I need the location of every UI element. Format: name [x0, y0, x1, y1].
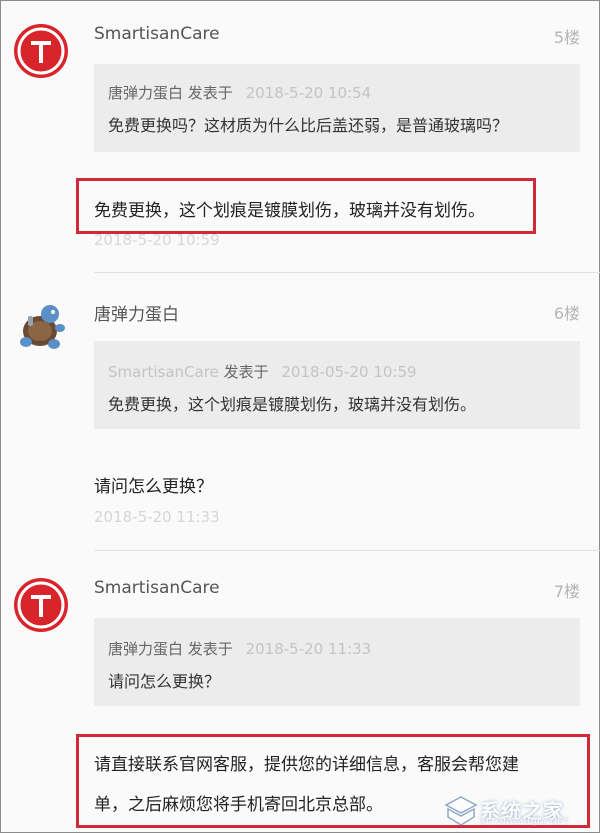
quote-action: 发表于 [223, 363, 269, 381]
author-name[interactable]: 唐弹力蛋白 [94, 300, 179, 325]
avatar[interactable] [14, 298, 70, 354]
quote-date: 2018-5-20 10:54 [245, 84, 372, 102]
quote-action: 发表于 [187, 640, 233, 658]
floor-number: 5楼 [553, 28, 580, 47]
quote-author: SmartisanCare [108, 363, 219, 381]
character-avatar-icon [20, 305, 65, 349]
quote-author: 唐弹力蛋白 [108, 84, 184, 102]
post-body: 请问怎么更换？ [94, 477, 213, 497]
watermark: 系统之家 XITONGZHIJIA.NET [444, 793, 594, 829]
quote-action: 发表于 [187, 84, 233, 102]
watermark-logo-icon [444, 796, 478, 826]
highlight-box [76, 178, 536, 234]
quote-date: 2018-05-20 10:59 [281, 363, 417, 381]
post-date: 2018-5-20 11:33 [94, 508, 220, 526]
quote-author: 唐弹力蛋白 [108, 640, 184, 658]
author-name[interactable]: SmartisanCare [94, 24, 220, 44]
watermark-subtext: XITONGZHIJIA.NET [480, 817, 570, 826]
t-logo-icon [17, 27, 65, 75]
quote-block: 唐弹力蛋白 发表于 2018-5-20 11:33 请问怎么更换？ [94, 618, 580, 706]
quote-text: 免费更换，这个划痕是镀膜划伤，玻璃并没有划伤。 [108, 395, 477, 414]
quote-block: 唐弹力蛋白 发表于 2018-5-20 10:54 免费更换吗？这材质为什么比后… [94, 64, 580, 152]
quote-text: 请问怎么更换？ [108, 672, 221, 691]
quote-text: 免费更换吗？这材质为什么比后盖还弱，是普通玻璃吗？ [108, 116, 509, 135]
author-name[interactable]: SmartisanCare [94, 578, 220, 598]
divider [94, 272, 600, 273]
quote-block: SmartisanCare 发表于 2018-05-20 10:59 免费更换，… [94, 341, 580, 429]
t-logo-icon [17, 581, 65, 629]
divider [94, 550, 600, 551]
floor-number: 7楼 [553, 582, 580, 601]
avatar[interactable] [14, 578, 68, 632]
quote-header: 唐弹力蛋白 发表于 2018-5-20 11:33 [108, 638, 371, 659]
quote-header: 唐弹力蛋白 发表于 2018-5-20 10:54 [108, 82, 371, 103]
floor-number: 6楼 [553, 304, 580, 323]
avatar[interactable] [14, 24, 68, 78]
quote-header: SmartisanCare 发表于 2018-05-20 10:59 [108, 361, 417, 382]
quote-date: 2018-5-20 11:33 [245, 640, 372, 658]
